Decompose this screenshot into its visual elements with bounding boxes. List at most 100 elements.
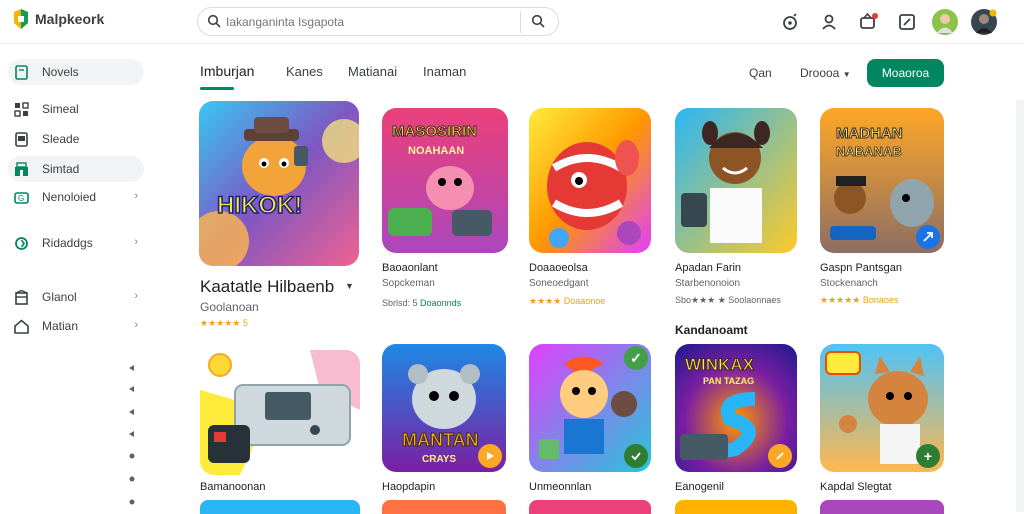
bullet-icon	[129, 358, 135, 371]
edit-badge-icon[interactable]	[768, 444, 792, 468]
tab-inaman[interactable]: Inaman	[423, 64, 466, 79]
people-icon[interactable]	[818, 11, 840, 33]
app-title[interactable]: Eanogenil	[675, 481, 724, 493]
badge-icon: ✓	[624, 346, 648, 370]
bullet-icon	[129, 379, 135, 392]
bullet-icon	[129, 424, 135, 437]
bullet-icon	[129, 446, 135, 459]
app-title[interactable]: Haopdapin	[382, 481, 435, 493]
app-developer: Soneoedgant	[529, 278, 589, 289]
sidebar-item-label: Simeal	[42, 102, 79, 116]
poster-title: MANTAN	[402, 430, 479, 450]
chevron-down-icon[interactable]: ▼	[345, 281, 354, 291]
app-rating: Sbrlsd: 5 Doaonnds	[382, 298, 461, 308]
notifications-icon[interactable]	[857, 11, 879, 33]
gamepad-icon: G	[13, 189, 29, 205]
sidebar-item-sleade[interactable]: Sleade	[8, 126, 144, 152]
poster-title-line2: NABANAB	[836, 144, 902, 159]
top-app-bar: Malpkeork	[0, 0, 1024, 44]
app-developer: Stockenanch	[820, 278, 878, 289]
featured-app-image[interactable]: HIKOK!	[199, 101, 359, 266]
app-rating: ★★★★★ Bonaoes	[820, 295, 899, 305]
poster-subtitle: CRAYS	[422, 454, 456, 465]
sidebar-item-label: Novels	[42, 65, 79, 79]
app-badge: Doaonnds	[420, 298, 462, 308]
svg-text:G: G	[18, 194, 24, 203]
app-title[interactable]: Bamanoonan	[200, 481, 265, 493]
sort-button[interactable]: Qan	[749, 66, 772, 80]
sidebar-item-glanol[interactable]: Glanol ›	[8, 284, 144, 310]
tab-matianai[interactable]: Matianai	[348, 64, 397, 79]
sidebar-item-label: Nenoloied	[42, 190, 97, 204]
library-icon[interactable]	[896, 11, 918, 33]
sidebar-item-simeal[interactable]: Simeal	[8, 96, 144, 122]
book-icon	[13, 64, 29, 80]
app-developer: Goolanoan	[200, 300, 259, 314]
sidebar-item-label: Sleade	[42, 132, 80, 146]
chevron-right-icon: ›	[134, 236, 138, 248]
bullet-icon	[129, 492, 135, 505]
app-image-2[interactable]: MASOSIRIN NOAHAAN	[382, 108, 508, 253]
app-developer: Sopckeman	[382, 278, 435, 289]
sidebar-item-novels[interactable]: Novels	[8, 59, 144, 85]
tab-imburjan[interactable]: Imburjan	[200, 63, 254, 79]
bullet-icon	[129, 402, 135, 415]
home-icon	[13, 318, 29, 334]
app-image-3[interactable]	[529, 108, 651, 253]
app-rating: Sbo★★★ ★ Soolaonnaes	[675, 295, 781, 305]
store-icon	[13, 161, 29, 177]
sidebar-item-label: Matian	[42, 319, 79, 333]
poster-title-line1: MADHAN	[836, 125, 903, 142]
poster-title-line1: MASOSIRIN	[392, 123, 477, 140]
sidebar-item-matian[interactable]: Matian ›	[8, 313, 144, 339]
search-divider	[520, 11, 521, 33]
app-title[interactable]: Kapdal Slegtat	[820, 481, 892, 493]
tab-kanes[interactable]: Kanes	[286, 64, 323, 79]
app-rating: ★★★★★ 5	[200, 318, 248, 328]
sidebar-item-ridaddgs[interactable]: Ridaddgs ›	[8, 230, 144, 256]
active-tab-indicator	[200, 87, 234, 90]
play-badge-icon[interactable]	[478, 444, 502, 468]
sidebar-item-label: Glanol	[42, 290, 77, 304]
sidebar-item-simtad[interactable]: Simtad	[8, 156, 144, 182]
app-developer: Starbenonoion	[675, 278, 741, 289]
poster-title-line1: WINKAX	[685, 355, 755, 374]
sidebar-item-label: Simtad	[42, 162, 80, 176]
search-submit-icon[interactable]	[531, 14, 545, 33]
app-rating: ★★★★ Doaaonoe	[529, 296, 606, 306]
sidebar-item-nenoloied[interactable]: G Nenoloied ›	[8, 184, 144, 210]
app-title[interactable]: Unmeonnlan	[529, 481, 591, 493]
app-title[interactable]: Doaaoeolsa	[529, 262, 588, 274]
hero-title-art: HIKOK!	[217, 192, 302, 219]
poster-title-line2: PAN TAZAG	[703, 376, 754, 386]
chevron-right-icon: ›	[134, 319, 138, 331]
account-avatar-icon[interactable]	[971, 9, 997, 35]
dropdown-arrow-icon: ▼	[842, 70, 851, 79]
grid-icon	[13, 101, 29, 117]
app-title[interactable]: Baoaonlant	[382, 262, 438, 274]
add-icon[interactable]: +	[916, 444, 940, 468]
avatar-icon[interactable]	[932, 9, 958, 35]
check-badge-icon[interactable]	[624, 444, 648, 468]
filter-label: Droooa	[800, 66, 840, 80]
app-title[interactable]: Gaspn Pantsgan	[820, 262, 902, 274]
search-input[interactable]	[226, 13, 511, 31]
search-bar[interactable]	[197, 7, 559, 36]
app-image-6[interactable]	[200, 350, 360, 475]
logo-icon	[12, 9, 30, 29]
refresh-icon	[13, 235, 29, 251]
gamepad-icon[interactable]	[779, 11, 801, 33]
filter-dropdown[interactable]: Droooa ▼	[800, 66, 851, 80]
scrollbar[interactable]	[1016, 100, 1024, 512]
install-badge-icon[interactable]	[916, 225, 940, 249]
primary-action-button[interactable]: Moaoroa	[867, 59, 944, 87]
app-title[interactable]: Kaatatle Hilbaenb	[200, 277, 334, 297]
app-logo[interactable]: Malpkeork	[12, 9, 104, 29]
app-title[interactable]: Apadan Farin	[675, 262, 741, 274]
building-icon	[13, 289, 29, 305]
chevron-right-icon: ›	[134, 290, 138, 302]
bullet-icon	[129, 469, 135, 482]
app-image-4[interactable]	[675, 108, 797, 253]
rating-text: Sbrlsd: 5	[382, 298, 418, 308]
sidebar-item-label: Ridaddgs	[42, 236, 93, 250]
